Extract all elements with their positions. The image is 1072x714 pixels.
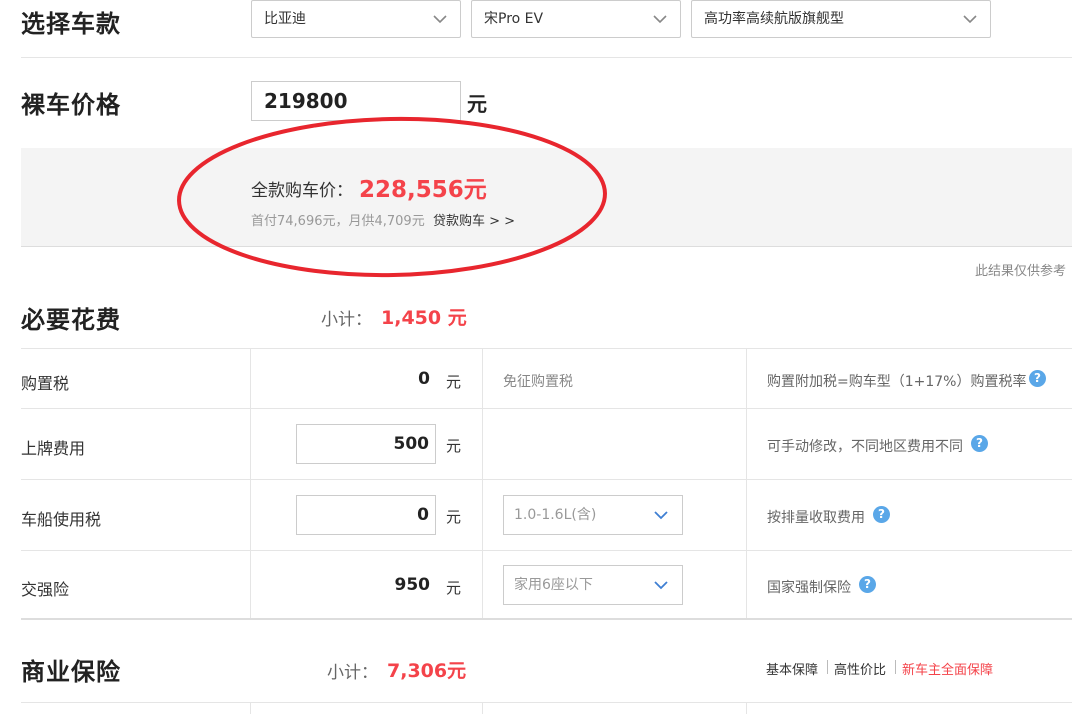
displacement-select[interactable]: 1.0-1.6L(含) [503,495,683,535]
help-icon[interactable]: ? [1029,370,1046,387]
divider [21,408,1072,409]
required-subtotal-label: 小计： [321,310,372,330]
divider [21,618,1072,620]
displacement-select-value: 1.0-1.6L(含) [514,507,597,523]
plate-fee-note: 可手动修改，不同地区费用不同 [767,439,963,455]
annotation-ellipse [177,116,607,278]
brand-select[interactable]: 比亚迪 [251,0,461,38]
column-divider [746,348,747,618]
select-car-title: 选择车款 [21,10,121,38]
commercial-subtotal-value: 7,306元 [387,660,467,682]
help-icon[interactable]: ? [859,576,876,593]
seats-select-value: 家用6座以下 [514,577,593,593]
chevron-down-icon [654,581,668,590]
bare-price-title: 裸车价格 [21,91,121,119]
compulsory-insurance-unit: 元 [446,579,462,597]
divider [21,479,1072,480]
plan-basic-link[interactable]: 基本保障 [766,659,818,678]
required-subtotal-value: 1,450 元 [381,307,467,329]
vehicle-tax-input[interactable]: 0 [296,495,436,535]
vehicle-tax-unit: 元 [446,508,462,526]
purchase-tax-note: 购置附加税=购车型（1+17%）购置税率 [767,374,1027,390]
column-divider [482,703,483,714]
help-icon[interactable]: ? [971,435,988,452]
plate-fee-unit: 元 [446,437,462,455]
column-divider [250,703,251,714]
required-title: 必要花费 [21,306,121,334]
plate-fee-input[interactable]: 500 [296,424,436,464]
column-divider [250,348,251,618]
chevron-down-icon [653,15,667,24]
chevron-down-icon [963,15,977,24]
divider [21,348,1072,349]
commercial-title: 商业保险 [21,658,121,686]
purchase-tax-value: 0 [418,369,430,389]
plate-fee-label: 上牌费用 [21,439,86,458]
brand-select-value: 比亚迪 [264,11,306,27]
plan-full-link[interactable]: 新车主全面保障 [902,659,993,678]
divider [21,550,1072,551]
vehicle-tax-label: 车船使用税 [21,510,102,529]
chevron-down-icon [433,15,447,24]
help-icon[interactable]: ? [873,506,890,523]
plan-value-link[interactable]: 高性价比 [834,659,886,678]
compulsory-insurance-value: 950 [394,575,431,595]
compulsory-insurance-label: 交强险 [21,580,70,599]
series-select-value: 宋Pro EV [484,11,544,27]
purchase-tax-label: 购置税 [21,374,70,393]
commercial-subtotal-label: 小计： [327,663,378,683]
disclaimer: 此结果仅供参考 [974,264,1066,279]
seats-select[interactable]: 家用6座以下 [503,565,683,605]
compulsory-insurance-note: 国家强制保险 [767,580,851,596]
column-divider [746,703,747,714]
column-divider [482,348,483,618]
vehicle-tax-note: 按排量收取费用 [767,510,865,526]
series-select[interactable]: 宋Pro EV [471,0,681,38]
divider [21,57,1072,58]
link-separator [895,660,896,674]
purchase-tax-unit: 元 [446,373,462,391]
model-select[interactable]: 高功率高续航版旗舰型 [691,0,991,38]
link-separator [827,660,828,674]
chevron-down-icon [654,511,668,520]
model-select-value: 高功率高续航版旗舰型 [704,11,844,27]
divider [21,702,1072,703]
purchase-tax-exempt: 免征购置税 [503,374,573,390]
